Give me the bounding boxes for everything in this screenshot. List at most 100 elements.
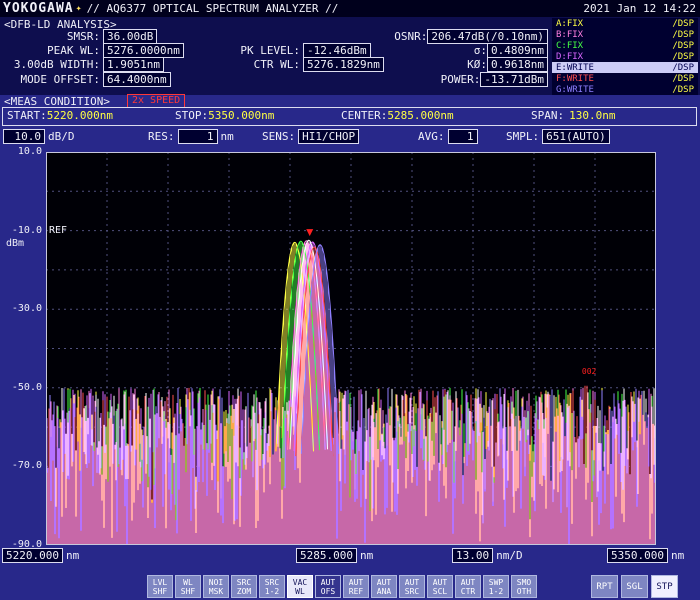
average-label: AVG:: [418, 130, 448, 143]
trace-display-mode: /DSP: [672, 19, 694, 29]
trace-name: A:FIX: [556, 19, 583, 29]
ref-level-label: REF: [49, 225, 67, 236]
softkey-smo-oth[interactable]: SMOOTH: [511, 575, 537, 598]
resolution-field: RES: 1 nm: [148, 129, 234, 144]
sensitivity-label: SENS:: [262, 130, 298, 143]
softkey-vac-wl[interactable]: VACWL: [287, 575, 313, 598]
meas-condition-box: START: 5220.000nm STOP: 5350.000nm CENTE…: [2, 107, 697, 126]
trace-row-a[interactable]: A:FIX/DSP: [552, 18, 698, 29]
softkey-noi-msk[interactable]: NOIMSK: [203, 575, 229, 598]
ctr-wl-label: CTR WL:: [232, 58, 303, 71]
smsr-label: SMSR:: [0, 30, 103, 43]
softkey-aut-ctr[interactable]: AUTCTR: [455, 575, 481, 598]
resolution-value: 1: [178, 129, 218, 144]
softkey-src-1-2[interactable]: SRC1-2: [259, 575, 285, 598]
softkey-src-zom[interactable]: SRCZOM: [231, 575, 257, 598]
field-osnr: OSNR: 206.47dB(/0.10nm): [394, 29, 548, 44]
softkey-aut-ana[interactable]: AUTANA: [371, 575, 397, 598]
trace-display-mode: /DSP: [672, 63, 694, 73]
width-value: 1.9051nm: [103, 57, 164, 72]
screen-title: // AQ6377 OPTICAL SPECTRUM ANALYZER //: [87, 2, 339, 15]
y-axis-tick-label: -70.0: [2, 460, 42, 471]
trace-row-c[interactable]: C:FIX/DSP: [552, 40, 698, 51]
spectrum-svg: 002: [46, 152, 656, 545]
center-value: 5285.000nm: [387, 109, 453, 122]
trace-status-panel: A:FIX/DSPB:FIX/DSPC:FIX/DSPD:FIX/DSPE:WR…: [552, 18, 698, 95]
softkey-lvl-shf[interactable]: LVLSHF: [147, 575, 173, 598]
field-power: POWER: -13.71dBm: [441, 72, 548, 87]
smsr-value: 36.00dB: [103, 29, 157, 44]
osnr-value: 206.47dB(/0.10nm): [427, 29, 548, 44]
x-scale-center: 5285.000 nm: [296, 548, 373, 563]
ksigma-value: 0.9618nm: [487, 57, 548, 72]
y-axis-unit-label: dBm: [6, 238, 24, 249]
center-label: CENTER:: [341, 109, 387, 122]
yokogawa-star-icon: ✦: [76, 3, 82, 14]
trace-row-d[interactable]: D:FIX/DSP: [552, 51, 698, 62]
speed-badge: 2x SPEED: [127, 94, 185, 108]
field-pk-level: PK LEVEL: -12.46dBm: [232, 43, 371, 58]
softkey-swp-1-2[interactable]: SWP1-2: [483, 575, 509, 598]
x-scale-center-unit: nm: [360, 549, 373, 562]
trace-display-mode: /DSP: [672, 41, 694, 51]
resolution-unit: nm: [221, 130, 234, 143]
trace-name: E:WRITE: [556, 63, 594, 73]
ctr-wl-value: 5276.1829nm: [303, 57, 384, 72]
sampling-value: 651(AUTO): [542, 129, 610, 144]
osnr-label: OSNR:: [394, 30, 427, 43]
softkey-aut-ref[interactable]: AUTREF: [343, 575, 369, 598]
level-scale-field: 10.0 dB/D: [3, 129, 75, 144]
spectrum-plot: 002: [46, 152, 656, 545]
stop-label: STOP:: [175, 109, 208, 122]
sweep-key-stp[interactable]: STP: [651, 575, 678, 598]
field-smsr: SMSR: 36.00dB: [0, 29, 157, 44]
trace-row-e[interactable]: E:WRITE/DSP: [552, 62, 698, 73]
sigma-value: 0.4809nm: [487, 43, 548, 58]
sweep-key-sgl[interactable]: SGL: [621, 575, 648, 598]
field-peak-wl: PEAK WL: 5276.0000nm: [0, 43, 184, 58]
y-axis-tick-label: -30.0: [2, 303, 42, 314]
power-value: -13.71dBm: [480, 72, 548, 87]
stop-value: 5350.000nm: [208, 109, 274, 122]
trace-row-f[interactable]: F:WRITE/DSP: [552, 73, 698, 84]
trace-display-mode: /DSP: [672, 74, 694, 84]
datetime: 2021 Jan 12 14:22: [583, 2, 696, 15]
softkey-wl-shf[interactable]: WLSHF: [175, 575, 201, 598]
softkey-aut-scl[interactable]: AUTSCL: [427, 575, 453, 598]
center-field: CENTER: 5285.000nm: [341, 109, 454, 122]
pk-level-value: -12.46dBm: [303, 43, 371, 58]
span-field: SPAN: 130.0nm: [531, 109, 615, 122]
sweep-key-rpt[interactable]: RPT: [591, 575, 618, 598]
trace-row-g[interactable]: G:WRITE/DSP: [552, 84, 698, 95]
peak-wl-value: 5276.0000nm: [103, 43, 184, 58]
average-value: 1: [448, 129, 478, 144]
title-bar: YOKOGAWA ✦ // AQ6377 OPTICAL SPECTRUM AN…: [0, 0, 700, 17]
start-label: START:: [7, 109, 47, 122]
peak-wl-label: PEAK WL:: [0, 44, 103, 57]
mode-offset-value: 64.4000nm: [103, 72, 171, 87]
brand-logo: YOKOGAWA: [3, 1, 74, 16]
width-label: 3.00dB WIDTH:: [0, 58, 103, 71]
field-ctr-wl: CTR WL: 5276.1829nm: [232, 57, 384, 72]
marker-label: 002: [582, 367, 597, 376]
level-scale-value: 10.0: [3, 129, 45, 144]
x-scale-left: 5220.000 nm: [2, 548, 79, 563]
trace-row-b[interactable]: B:FIX/DSP: [552, 29, 698, 40]
field-sigma: σ: 0.4809nm: [474, 43, 548, 58]
start-field: START: 5220.000nm: [7, 109, 113, 122]
x-scale-per-div-unit: nm/D: [496, 549, 523, 562]
x-scale-per-div-value: 13.00: [452, 548, 493, 563]
y-axis-tick-label: -50.0: [2, 382, 42, 393]
osa-screen: YOKOGAWA ✦ // AQ6377 OPTICAL SPECTRUM AN…: [0, 0, 700, 600]
power-label: POWER:: [441, 73, 481, 86]
field-3db-width: 3.00dB WIDTH: 1.9051nm: [0, 57, 164, 72]
x-scale-right: 5350.000 nm: [607, 548, 684, 563]
span-label: SPAN:: [531, 109, 564, 122]
softkey-aut-ofs[interactable]: AUTOFS: [315, 575, 341, 598]
sigma-label: σ:: [474, 44, 487, 57]
softkey-aut-src[interactable]: AUTSRC: [399, 575, 425, 598]
resolution-label: RES:: [148, 130, 178, 143]
trace-display-mode: /DSP: [672, 52, 694, 62]
y-axis-tick-label: -10.0: [2, 225, 42, 236]
y-axis-tick-label: 10.0: [2, 146, 42, 157]
